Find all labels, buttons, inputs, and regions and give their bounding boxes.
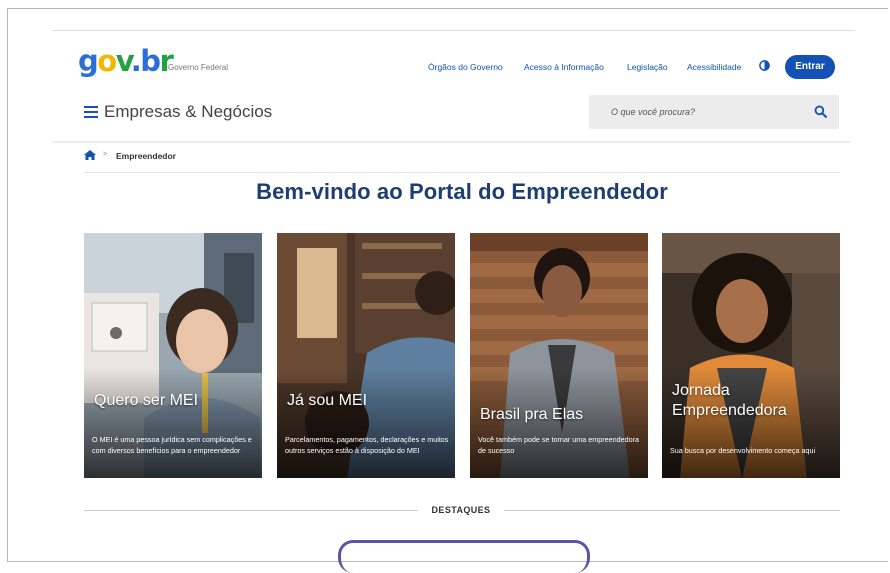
header-top-border [52, 30, 855, 31]
contrast-icon[interactable] [759, 60, 770, 71]
card-overlay [84, 368, 262, 478]
card-overlay [277, 368, 455, 478]
card-quero-ser-mei[interactable]: Quero ser MEI O MEI é uma pessoa jurídic… [84, 233, 262, 478]
header-divider [52, 141, 850, 143]
card-title: Brasil pra Elas [480, 406, 584, 423]
search-input[interactable]: O que você procura? [589, 95, 839, 129]
card-ja-sou-mei[interactable]: Já sou MEI Parcelamentos, pagamentos, de… [277, 233, 455, 478]
link-acessibilidade[interactable]: Acessibilidade [687, 62, 741, 72]
breadcrumb-divider [84, 172, 840, 173]
page-title: Bem-vindo ao Portal do Empreendedor [256, 179, 668, 204]
govbr-logo[interactable]: gov.br [78, 46, 174, 76]
section-heading: DESTAQUES [431, 505, 491, 515]
login-button[interactable]: Entrar [785, 55, 835, 79]
card-description: O MEI é uma pessoa jurídica sem complica… [92, 435, 252, 455]
home-icon[interactable] [84, 150, 96, 160]
breadcrumb-current: Empreendedor [116, 151, 176, 161]
card-title: Jornada Empreendedora [672, 382, 787, 419]
card-title: Quero ser MEI [94, 392, 199, 409]
card-description: Você também pode se tornar uma empreende… [478, 435, 640, 455]
hamburger-menu-icon[interactable] [84, 106, 98, 118]
gov-subtitle: Governo Federal [168, 63, 229, 72]
breadcrumb-separator: > [103, 151, 108, 158]
link-legislacao[interactable]: Legislação [627, 62, 668, 72]
featured-item-partial[interactable] [338, 540, 590, 573]
section-divider-left [84, 510, 418, 511]
card-title: Já sou MEI [287, 392, 368, 409]
card-description: Parcelamentos, pagamentos, declarações e… [285, 435, 449, 455]
link-acesso-a-informacao[interactable]: Acesso à Informação [524, 62, 604, 72]
card-brasil-pra-elas[interactable]: Brasil pra Elas Você também pode se torn… [470, 233, 648, 478]
card-jornada-empreendedora[interactable]: Jornada Empreendedora Sua busca por dese… [662, 233, 840, 478]
search-placeholder: O que você procura? [611, 107, 696, 117]
card-description: Sua busca por desenvolvimento começa aqu… [670, 445, 816, 455]
search-icon[interactable] [814, 105, 827, 118]
section-divider-right [504, 510, 840, 511]
link-orgaos-do-governo[interactable]: Órgãos do Governo [428, 62, 503, 72]
site-title[interactable]: Empresas & Negócios [104, 102, 272, 122]
